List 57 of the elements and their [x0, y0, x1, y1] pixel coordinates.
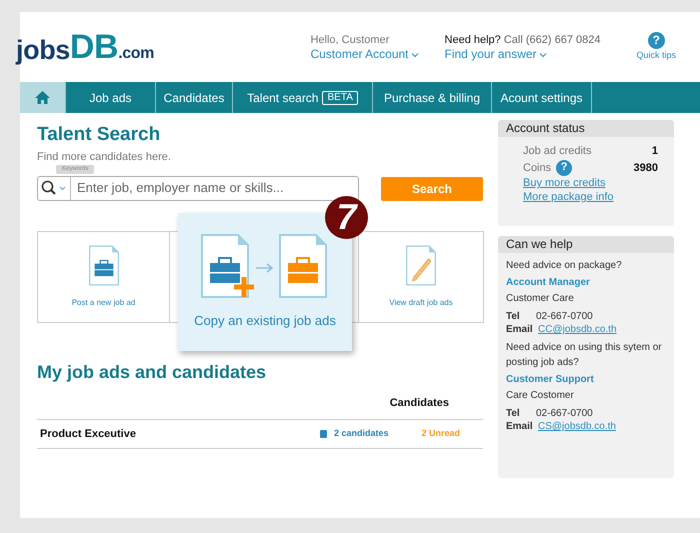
search-input[interactable]: Enter job, employer name or skills... — [71, 178, 358, 198]
quick-tips-button[interactable]: ? Quick tips — [636, 32, 676, 62]
stat-value: 1 — [652, 144, 658, 158]
account-menu[interactable]: Customer Account — [310, 47, 419, 61]
column-header: Candidates — [390, 396, 449, 410]
copy-documents-icon — [200, 232, 330, 298]
panel-header: Account status — [498, 120, 674, 137]
search-button[interactable]: Search — [381, 176, 483, 200]
logo[interactable]: jobsDB.com — [16, 30, 154, 64]
team-name: Care Costomer — [506, 389, 575, 403]
help-icon[interactable]: ? — [556, 160, 572, 176]
phone-number: 02-667-0700 — [536, 407, 593, 420]
question-text: Need advice on package? — [506, 259, 623, 273]
email-label: Email — [506, 323, 534, 337]
nav-tab[interactable]: Talent search BETA — [233, 82, 373, 113]
nav-tab[interactable]: Acount settings — [492, 82, 592, 113]
draft-job-ads-card[interactable]: View draft job ads — [358, 230, 484, 322]
tel-label: Tel — [506, 407, 521, 420]
pencil-document-icon — [406, 244, 436, 287]
job-title[interactable]: Product Exceutive — [40, 426, 136, 442]
unread-link[interactable]: 2 Unread — [421, 427, 460, 441]
job-document-icon — [88, 244, 118, 287]
greeting-text: Hello, Customer — [310, 33, 390, 47]
find-answer-menu[interactable]: Find your answer — [444, 47, 600, 61]
home-icon — [35, 91, 50, 104]
chevron-down-icon — [410, 52, 419, 58]
chevron-down-icon — [538, 52, 547, 58]
section-title: Talent Search — [37, 123, 162, 147]
panel-header: Can we help — [498, 236, 674, 253]
nav-tab[interactable]: Purchase & billing — [373, 82, 492, 113]
contact-name[interactable]: Customer Support — [506, 372, 594, 387]
help-icon: ? — [648, 32, 665, 49]
panel-link[interactable]: Buy more credits — [523, 176, 606, 190]
post-job-ad-card[interactable]: Post a new job ad — [37, 230, 170, 322]
stat-value: 3980 — [634, 160, 658, 174]
email-label: Email — [506, 420, 534, 434]
nav-tab[interactable]: Job ads — [66, 82, 156, 113]
panel-link[interactable]: More package info — [523, 190, 614, 204]
beta-badge: BETA — [322, 90, 358, 104]
question-text: Need advice on using this sytem or posting job ads? — [506, 341, 663, 370]
team-name: Customer Care — [506, 292, 575, 306]
home-tab[interactable] — [20, 82, 66, 113]
section-title: My job ads and candidates — [37, 360, 268, 382]
candidate-icon — [320, 430, 327, 438]
candidates-link[interactable]: 2 candidates — [334, 427, 388, 441]
stat-label: Job ad credits — [523, 144, 592, 158]
contact-name[interactable]: Account Manager — [506, 275, 590, 290]
search-field[interactable]: Enter job, employer name or skills... — [37, 176, 359, 200]
email-link[interactable]: CC@jobsdb.co.th — [538, 323, 617, 337]
email-link[interactable]: CS@jobsdb.co.th — [538, 420, 616, 434]
help-text: Need help? Call (662) 667 0824 — [444, 33, 600, 47]
subtitle: Find more candidates here. — [37, 150, 172, 165]
nav-tab[interactable]: Candidates — [156, 82, 233, 113]
step-number-badge: 7 — [325, 196, 368, 238]
tel-label: Tel — [506, 310, 521, 323]
stat-label: Coins — [523, 160, 552, 174]
phone-number: 02-667-0700 — [536, 310, 593, 323]
